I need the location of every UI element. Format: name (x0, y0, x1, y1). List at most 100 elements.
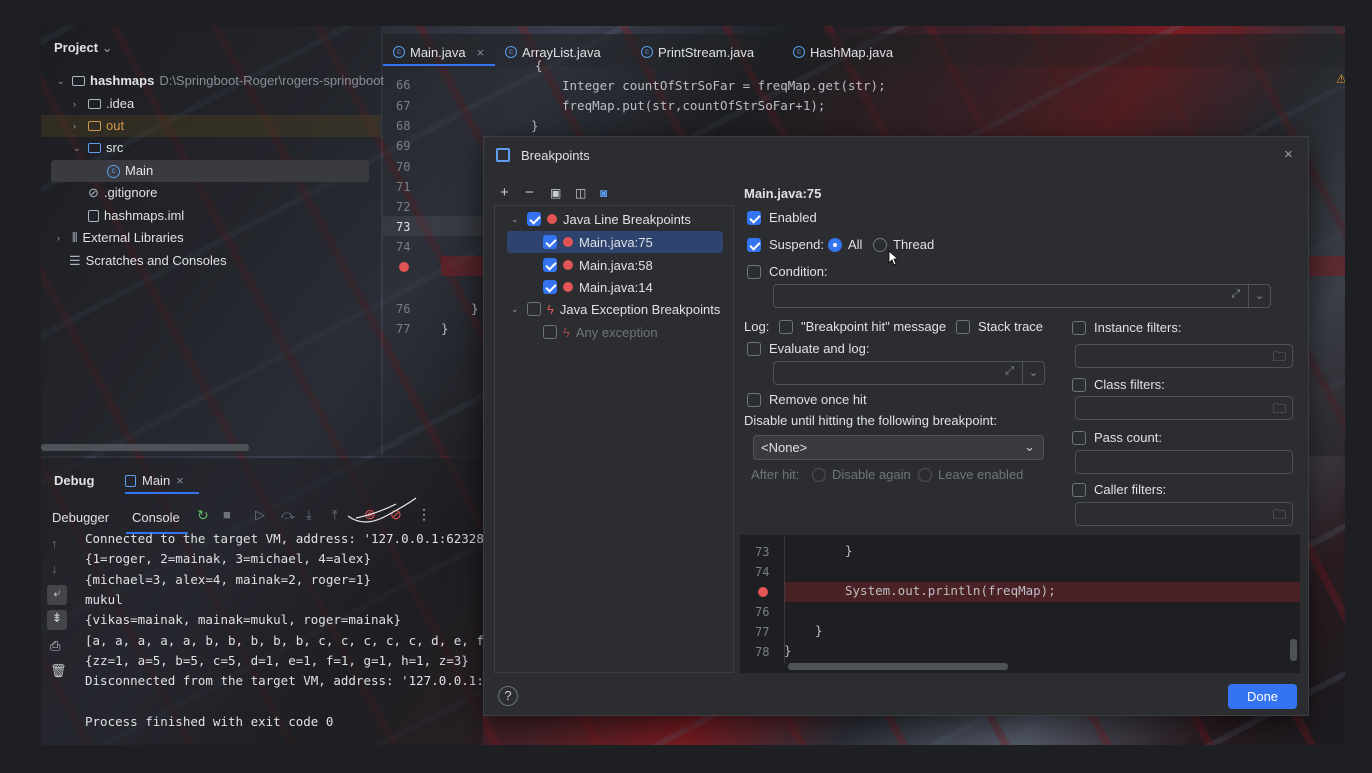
folder-icon[interactable]: 🗀 (1273, 348, 1286, 370)
item-checkbox[interactable] (543, 235, 557, 249)
ide-window: Project ⌄ ⌄ hashmaps D:\Springboot-Roger\… (41, 26, 1345, 745)
vertical-scrollbar[interactable] (1290, 639, 1297, 661)
folder-icon[interactable]: 🗀 (1273, 400, 1286, 422)
evaluate-field[interactable]: ⤢ ⌄ (773, 361, 1045, 385)
class-filters-checkbox[interactable]: Class filters: (1072, 377, 1165, 392)
enabled-checkbox[interactable]: Enabled (747, 210, 817, 225)
condition-field[interactable]: ⤢ ⌄ (773, 284, 1271, 308)
folder-icon[interactable]: 🗀 (1273, 506, 1286, 528)
breakpoint-icon (547, 214, 557, 224)
debug-session-tab[interactable]: Main × (125, 473, 184, 488)
project-title[interactable]: Project ⌄ (54, 40, 113, 56)
tree-group-line-breakpoints[interactable]: ⌄ Java Line Breakpoints (511, 208, 691, 230)
active-tab-indicator (125, 492, 199, 494)
tree-root[interactable]: ⌄ hashmaps D:\Springboot-Roger\rogers-spr… (57, 70, 384, 92)
tree-item-external-libraries[interactable]: › ⫴ External Libraries (57, 227, 184, 249)
tree-item-src[interactable]: ⌄ src (73, 137, 123, 159)
warning-icon[interactable]: ⚠ (1336, 72, 1345, 86)
console-line: {1=roger, 2=mainak, 3=michael, 4=alex} (85, 551, 371, 566)
help-button[interactable]: ? (498, 686, 518, 706)
scratches-icon: ☰ (69, 253, 81, 268)
tree-item-main[interactable]: c Main (51, 160, 369, 182)
line-number: 67 (396, 99, 411, 113)
pass-count-checkbox[interactable]: Pass count: (1072, 430, 1162, 445)
line-number: 77 (396, 322, 411, 336)
caller-filters-checkbox[interactable]: Caller filters: (1072, 482, 1166, 497)
tab-hashmap-java[interactable]: c HashMap.java (793, 40, 893, 64)
step-into-icon[interactable]: ⤓ (306, 507, 312, 523)
tab-console[interactable]: Console (132, 510, 180, 525)
caller-filters-field[interactable]: 🗀 (1075, 502, 1293, 526)
tree-item-main14[interactable]: Main.java:14 (543, 276, 653, 298)
instance-filters-field[interactable]: 🗀 (1075, 344, 1293, 368)
tree-item-scratches[interactable]: ☰ Scratches and Consoles (69, 250, 227, 272)
rerun-icon[interactable]: ↻ (197, 507, 209, 524)
trash-icon[interactable]: 🗑 (50, 663, 67, 679)
expand-icon[interactable]: ⤢ (1005, 365, 1014, 378)
evaluate-checkbox[interactable]: Evaluate and log: (747, 341, 869, 356)
console-line: [a, a, a, a, a, b, b, b, b, b, c, c, c, … (85, 633, 484, 648)
tab-printstream-java[interactable]: c PrintStream.java (641, 40, 754, 64)
line-number: 76 (396, 302, 411, 316)
tree-item-iml[interactable]: hashmaps.iml (88, 205, 184, 227)
stack-trace-checkbox[interactable]: Stack trace (956, 319, 1043, 334)
disable-again-radio[interactable]: Disable again (812, 467, 911, 482)
tree-item-gitignore[interactable]: ⊘ .gitignore (88, 182, 157, 204)
line-number: 77 (755, 625, 770, 639)
close-icon[interactable]: × (176, 473, 184, 488)
horizontal-scrollbar[interactable] (788, 663, 1008, 670)
group-checkbox[interactable] (527, 302, 541, 316)
print-icon[interactable]: ⎙ (50, 638, 60, 654)
close-icon[interactable]: × (1284, 146, 1293, 163)
down-icon[interactable]: ↓ (51, 561, 58, 576)
suspend-thread-radio[interactable]: Thread (873, 237, 934, 252)
group-icon[interactable]: ▣ (550, 186, 561, 200)
up-icon[interactable]: ↑ (51, 536, 58, 551)
suspend-all-radio[interactable]: All (828, 237, 862, 252)
pass-count-field[interactable] (1075, 450, 1293, 474)
item-checkbox[interactable] (543, 325, 557, 339)
item-checkbox[interactable] (543, 280, 557, 294)
console-line: mukul (85, 592, 123, 607)
suspend-checkbox[interactable]: Suspend: (747, 237, 824, 252)
tree-item-idea[interactable]: › .idea (73, 93, 134, 115)
done-button[interactable]: Done (1228, 684, 1297, 709)
breakpoint-hit-checkbox[interactable]: "Breakpoint hit" message (779, 319, 946, 334)
resume-icon[interactable]: ▷ (255, 507, 265, 523)
tree-item-any-exception[interactable]: ϟ Any exception (543, 321, 658, 343)
horizontal-scrollbar[interactable] (41, 444, 249, 451)
disable-until-select[interactable]: <None> ⌄ (753, 435, 1044, 460)
debug-panel: Debug Main × Debugger Console ↻ ■ ▷ ⤼ ⤓ ⤒… (41, 458, 484, 745)
remove-icon[interactable]: − (525, 184, 534, 201)
chevron-down-icon[interactable]: ⌄ (1248, 285, 1270, 307)
tab-main-java[interactable]: c Main.java × (393, 40, 484, 64)
step-out-icon[interactable]: ⤒ (332, 507, 338, 523)
breakpoint-icon[interactable] (399, 262, 409, 272)
condition-checkbox[interactable]: Condition: (747, 264, 828, 279)
folder-icon (88, 143, 101, 153)
group-checkbox[interactable] (527, 212, 541, 226)
class-filters-field[interactable]: 🗀 (1075, 396, 1293, 420)
tree-item-out[interactable]: › out (41, 115, 381, 137)
instance-filters-checkbox[interactable]: Instance filters: (1072, 320, 1181, 335)
more-icon[interactable]: ⋮ (417, 506, 431, 523)
tree-item-main58[interactable]: Main.java:58 (543, 254, 653, 276)
close-icon[interactable]: × (477, 45, 485, 60)
item-checkbox[interactable] (543, 258, 557, 272)
tree-item-main75[interactable]: Main.java:75 (507, 231, 723, 253)
line-number: 68 (396, 119, 411, 133)
group-by-file-icon[interactable]: ◫ (575, 186, 586, 200)
scroll-to-end-icon[interactable]: ⇟ (47, 610, 67, 630)
add-icon[interactable]: + (500, 184, 509, 201)
leave-enabled-radio[interactable]: Leave enabled (918, 467, 1023, 482)
tree-group-exception-breakpoints[interactable]: ⌄ ϟ Java Exception Breakpoints (511, 298, 720, 320)
remove-once-hit-checkbox[interactable]: Remove once hit (747, 392, 867, 407)
tab-debugger[interactable]: Debugger (52, 510, 109, 525)
tab-arraylist-java[interactable]: c ArrayList.java (505, 40, 601, 64)
expand-icon[interactable]: ⤢ (1231, 288, 1240, 301)
chevron-down-icon[interactable]: ⌄ (1022, 362, 1044, 384)
soft-wrap-icon[interactable]: ⤶ (47, 585, 67, 605)
filter-icon[interactable]: ◙ (600, 186, 607, 200)
stop-icon[interactable]: ■ (223, 507, 231, 522)
step-over-icon[interactable]: ⤼ (281, 507, 295, 523)
